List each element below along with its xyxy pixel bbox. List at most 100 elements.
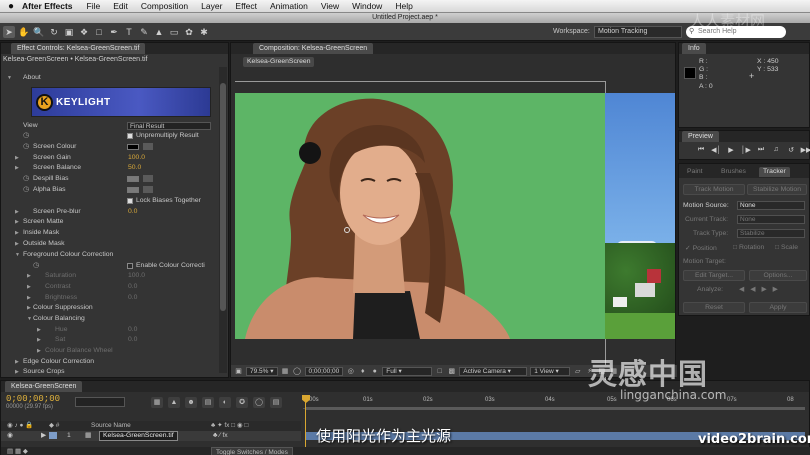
menu-file[interactable]: File xyxy=(87,1,101,11)
type-tool-icon[interactable]: T xyxy=(123,26,135,38)
auto-keyframe-icon[interactable]: ◯ xyxy=(253,397,265,408)
tab-brushes[interactable]: Brushes xyxy=(721,167,746,177)
brightness-value[interactable]: 0.0 xyxy=(128,293,137,303)
rotation-checkbox[interactable]: □ Rotation xyxy=(733,244,764,251)
apple-icon[interactable]: ● xyxy=(0,1,22,12)
contrast-value[interactable]: 0.0 xyxy=(128,282,137,292)
eyedropper-icon[interactable] xyxy=(143,143,153,150)
toggle-pixel-aspect-icon[interactable]: ▱ xyxy=(573,367,582,376)
expand-arrow-icon[interactable]: ▶ xyxy=(37,325,41,335)
stopwatch-icon[interactable]: ◷ xyxy=(23,185,29,195)
menu-edit[interactable]: Edit xyxy=(113,1,128,11)
tab-info[interactable]: Info xyxy=(682,43,706,54)
hide-shy-layers-icon[interactable]: ☻ xyxy=(185,397,197,408)
current-track-dropdown[interactable]: None xyxy=(737,215,805,224)
layer-expand-arrow-icon[interactable]: ▶ xyxy=(41,431,46,441)
timeline-search-input[interactable] xyxy=(75,397,125,407)
pen-tool-icon[interactable]: ✒ xyxy=(108,26,120,38)
stopwatch-icon[interactable]: ◷ xyxy=(23,174,29,184)
ram-preview-icon[interactable]: ▶▶ xyxy=(800,146,810,154)
toggle-switches-modes-button[interactable]: Toggle Switches / Modes xyxy=(211,447,293,455)
source-name-header[interactable]: Source Name xyxy=(91,421,131,431)
expand-arrow-icon[interactable]: ▶ xyxy=(15,153,19,163)
fx-row-outside-mask[interactable]: ▶ Outside Mask xyxy=(1,239,216,249)
resolution-dropdown[interactable]: Full ▾ xyxy=(382,366,433,376)
selection-tool-icon[interactable]: ➤ xyxy=(3,25,15,38)
hue-value[interactable]: 0.0 xyxy=(128,325,137,335)
frame-blending-icon[interactable]: ▤ xyxy=(202,397,214,408)
work-area-bar[interactable] xyxy=(305,407,805,410)
puppet-pin-tool-icon[interactable]: ✱ xyxy=(198,26,210,38)
menu-animation[interactable]: Animation xyxy=(270,1,308,11)
fx-row-colour-balancing[interactable]: ▼ Colour Balancing xyxy=(1,314,216,324)
apply-button[interactable]: Apply xyxy=(749,302,807,313)
eyedropper-icon[interactable] xyxy=(143,186,153,193)
last-frame-icon[interactable]: ⏭ xyxy=(755,146,767,154)
tab-preview[interactable]: Preview xyxy=(682,131,719,142)
draft-3d-icon[interactable]: ▲ xyxy=(168,397,180,408)
saturation-value[interactable]: 100.0 xyxy=(128,271,145,281)
menu-layer[interactable]: Layer xyxy=(201,1,222,11)
previous-frame-icon[interactable]: ◀│ xyxy=(710,146,722,154)
sat-value[interactable]: 0.0 xyxy=(128,335,137,345)
mask-tool-icon[interactable]: □ xyxy=(93,26,105,38)
expand-arrow-icon[interactable]: ▶ xyxy=(15,163,19,173)
magnification-dropdown[interactable]: 79.5% ▾ xyxy=(246,366,278,376)
tab-timeline[interactable]: Kelsea-GreenScreen xyxy=(5,381,83,392)
analyze-controls[interactable]: ◀◀▶▶ xyxy=(739,285,784,293)
position-checkbox[interactable]: ✓ Position xyxy=(685,244,717,252)
snapshot-icon[interactable]: ◎ xyxy=(346,367,355,376)
next-frame-icon[interactable]: │▶ xyxy=(740,146,752,154)
layer-row[interactable]: ◉ ▶ 1 ▦ Kelsea-GreenScreen.tif ♣ ∕ fx xyxy=(1,431,301,441)
current-time-field[interactable]: 0;00;00;00 xyxy=(304,366,344,376)
screen-colour-swatch[interactable] xyxy=(127,144,139,150)
roto-brush-tool-icon[interactable]: ✿ xyxy=(183,26,195,38)
always-preview-icon[interactable]: ▣ xyxy=(234,367,243,376)
alpha-bias-swatch[interactable] xyxy=(127,187,139,193)
fx-row-about[interactable]: ▼ About xyxy=(1,73,216,83)
audio-icon[interactable]: ♫ xyxy=(770,146,782,154)
screen-preblur-value[interactable]: 0.0 xyxy=(128,207,137,217)
camera-dropdown[interactable]: Active Camera ▾ xyxy=(459,366,528,376)
fx-row-foreground-colour-correction[interactable]: ▼ Foreground Colour Correction xyxy=(1,250,216,260)
zoom-tool-icon[interactable]: 🔍 xyxy=(33,26,45,38)
layer-name[interactable]: Kelsea-GreenScreen.tif xyxy=(99,431,178,441)
stopwatch-icon[interactable]: ◷ xyxy=(33,261,39,271)
track-motion-button[interactable]: Track Motion xyxy=(683,184,745,195)
stopwatch-icon[interactable]: ◷ xyxy=(23,131,29,141)
expand-arrow-icon[interactable]: ▶ xyxy=(27,282,31,292)
effect-controls-scrollbar[interactable] xyxy=(219,67,227,373)
brush-tool-icon[interactable]: ✎ xyxy=(138,26,150,38)
stopwatch-icon[interactable]: ◷ xyxy=(23,142,29,152)
motion-source-dropdown[interactable]: None xyxy=(737,201,805,210)
views-dropdown[interactable]: 1 View ▾ xyxy=(530,366,571,376)
fx-row-colour-balance-wheel[interactable]: ▶ Colour Balance Wheel xyxy=(1,346,216,356)
play-icon[interactable]: ▶ xyxy=(725,146,737,154)
menu-composition[interactable]: Composition xyxy=(141,1,188,11)
clone-stamp-tool-icon[interactable]: ▲ xyxy=(153,26,165,38)
view-dropdown[interactable]: Final Result xyxy=(127,122,211,130)
loop-icon[interactable]: ↺ xyxy=(785,146,797,154)
lock-biases-checkbox[interactable] xyxy=(127,198,133,204)
track-type-dropdown[interactable]: Stabilize xyxy=(737,229,805,238)
rotate-tool-icon[interactable]: ↻ xyxy=(48,26,60,38)
screen-balance-value[interactable]: 50.0 xyxy=(128,163,141,173)
fx-row-source-crops[interactable]: ▶ Source Crops xyxy=(1,367,216,377)
tab-composition[interactable]: Composition: Kelsea-GreenScreen xyxy=(253,43,374,54)
composition-viewer[interactable] xyxy=(235,93,605,339)
transparency-grid-icon[interactable]: ▩ xyxy=(447,367,456,376)
show-channel-icon[interactable]: ● xyxy=(370,367,379,376)
menu-effect[interactable]: Effect xyxy=(235,1,257,11)
motion-blur-icon[interactable]: ◐ xyxy=(219,397,231,408)
screen-gain-value[interactable]: 100.0 xyxy=(128,153,145,163)
first-frame-icon[interactable]: ⏮ xyxy=(695,146,707,154)
unpremultiply-checkbox[interactable] xyxy=(127,133,133,139)
menu-help[interactable]: Help xyxy=(395,1,412,11)
brainstorm-icon[interactable]: ✪ xyxy=(236,397,248,408)
expand-arrow-icon[interactable]: ▶ xyxy=(27,293,31,303)
app-menu[interactable]: After Effects xyxy=(22,1,73,11)
stabilize-motion-button[interactable]: Stabilize Motion xyxy=(747,184,807,195)
menu-window[interactable]: Window xyxy=(352,1,382,11)
pan-behind-tool-icon[interactable]: ❖ xyxy=(78,26,90,38)
menu-view[interactable]: View xyxy=(321,1,339,11)
